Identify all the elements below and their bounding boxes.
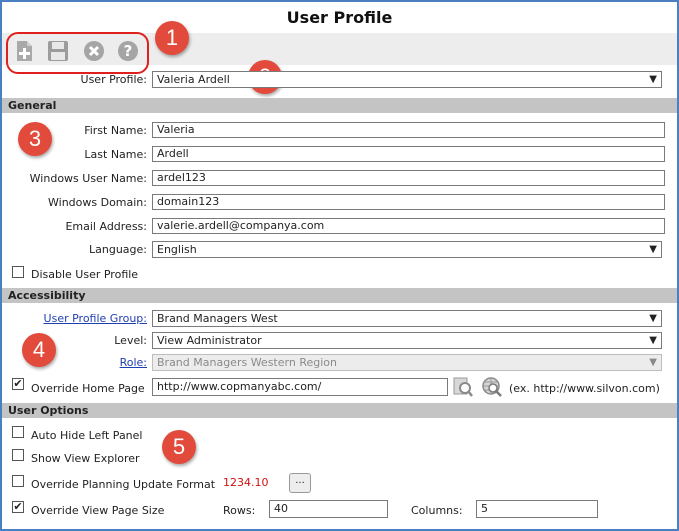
columns-field[interactable]: 5 <box>476 500 598 518</box>
override-planning-label: Override Planning Update Format <box>31 478 216 491</box>
first-name-label: First Name: <box>84 124 147 137</box>
disable-profile-label: Disable User Profile <box>31 268 139 281</box>
last-name-field[interactable]: Ardell <box>152 146 665 162</box>
rows-label: Rows: <box>223 504 256 517</box>
user-profile-group-link[interactable]: User Profile Group: <box>7 312 147 325</box>
rows-field[interactable]: 40 <box>269 500 388 518</box>
role-value: Brand Managers Western Region <box>157 356 337 369</box>
windows-user-field[interactable]: ardel123 <box>152 170 665 186</box>
callout-1: 1 <box>155 21 189 55</box>
first-name-field[interactable]: Valeria <box>152 122 665 138</box>
language-label: Language: <box>89 243 147 256</box>
role-select: Brand Managers Western Region ▼ <box>152 354 662 371</box>
override-planning-checkbox[interactable] <box>12 475 24 487</box>
language-value: English <box>157 243 197 256</box>
override-page-size-checkbox[interactable]: ✔ <box>12 501 24 513</box>
home-page-url-field[interactable]: http://www.copmanyabc.com/ <box>152 378 448 396</box>
level-label: Level: <box>114 334 147 347</box>
chevron-down-icon: ▼ <box>649 244 657 255</box>
user-profile-group-value: Brand Managers West <box>157 312 278 325</box>
disable-profile-checkbox[interactable] <box>12 266 24 278</box>
planning-format-value: 1234.10 <box>223 476 269 489</box>
show-explorer-label: Show View Explorer <box>31 452 140 465</box>
section-accessibility: Accessibility <box>2 288 677 303</box>
user-profile-select[interactable]: Valeria Ardell ▼ <box>152 71 662 88</box>
role-link[interactable]: Role: <box>7 356 147 369</box>
email-label: Email Address: <box>65 220 147 233</box>
page-title: User Profile <box>286 8 393 27</box>
chevron-down-icon: ▼ <box>649 74 657 85</box>
chevron-down-icon: ▼ <box>649 335 657 346</box>
language-select[interactable]: English ▼ <box>152 241 662 258</box>
chevron-down-icon: ▼ <box>649 313 657 324</box>
override-home-checkbox[interactable]: ✔ <box>12 378 24 390</box>
user-profile-group-select[interactable]: Brand Managers West ▼ <box>152 310 662 327</box>
auto-hide-checkbox[interactable] <box>12 426 24 438</box>
globe-search-icon[interactable] <box>481 376 503 398</box>
planning-format-button[interactable]: ... <box>289 473 311 493</box>
show-explorer-checkbox[interactable] <box>12 449 24 461</box>
override-home-label: Override Home Page <box>31 382 145 395</box>
windows-domain-field[interactable]: domain123 <box>152 194 665 210</box>
windows-domain-label: Windows Domain: <box>48 196 147 209</box>
last-name-label: Last Name: <box>84 148 147 161</box>
columns-label: Columns: <box>411 504 463 517</box>
user-profile-window: User Profile ? 1 2 3 4 5 User Profile: V… <box>0 0 679 531</box>
home-page-example: (ex. http://www.silvon.com) <box>509 382 660 395</box>
search-page-icon[interactable] <box>452 376 474 398</box>
override-page-size-label: Override View Page Size <box>31 504 165 517</box>
level-select[interactable]: View Administrator ▼ <box>152 332 662 349</box>
toolbar-highlight <box>6 32 149 74</box>
section-user-options: User Options <box>2 403 677 418</box>
callout-5: 5 <box>162 430 196 464</box>
user-profile-label: User Profile: <box>80 73 147 86</box>
section-general: General <box>2 98 677 113</box>
level-value: View Administrator <box>157 334 262 347</box>
email-field[interactable]: valerie.ardell@companya.com <box>152 218 665 234</box>
windows-user-label: Windows User Name: <box>29 172 147 185</box>
auto-hide-label: Auto Hide Left Panel <box>31 429 143 442</box>
user-profile-value: Valeria Ardell <box>157 73 230 86</box>
chevron-down-icon: ▼ <box>649 357 657 368</box>
